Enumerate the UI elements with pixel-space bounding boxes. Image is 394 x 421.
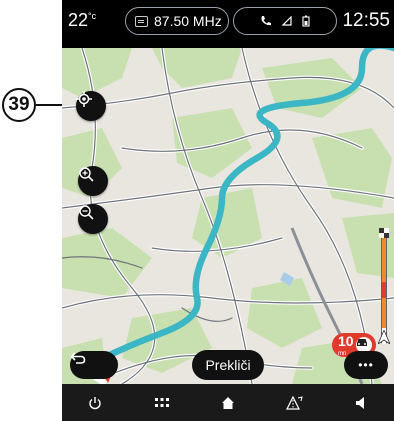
phone-icon xyxy=(261,16,271,26)
zoom-out-icon xyxy=(79,205,94,220)
zoom-out-button[interactable] xyxy=(78,204,108,234)
signal-icon xyxy=(282,16,292,26)
more-options-button[interactable]: ••• xyxy=(344,351,388,379)
vehicle-arrow-icon xyxy=(378,330,390,344)
crosshair-icon xyxy=(76,91,92,107)
zoom-in-button[interactable] xyxy=(78,166,108,196)
callout-label: 39 xyxy=(8,94,30,115)
back-button[interactable] xyxy=(70,351,118,379)
navigation-icon xyxy=(286,395,304,410)
cancel-route-button[interactable]: Prekliči xyxy=(192,350,264,380)
radio-icon xyxy=(135,15,148,27)
home-button[interactable] xyxy=(208,388,248,418)
status-bar: 22°c 87.50 MHz 12:55 xyxy=(62,0,394,48)
return-arrow-icon xyxy=(70,352,86,364)
grid-icon xyxy=(154,397,169,407)
temperature-value: 22 xyxy=(68,10,89,30)
temperature: 22°c xyxy=(68,10,96,31)
traffic-segment-moderate xyxy=(382,298,386,328)
navigation-map[interactable]: 10 mn Prekliči ••• xyxy=(62,48,394,384)
temperature-unit: °c xyxy=(88,11,97,21)
power-icon xyxy=(89,396,101,409)
navigation-button[interactable] xyxy=(274,388,314,418)
multimedia-screen: 22°c 87.50 MHz 12:55 10 mn Prekliči ••• xyxy=(62,0,394,421)
home-icon xyxy=(221,396,234,409)
destination-flag-icon xyxy=(379,228,389,238)
power-button[interactable] xyxy=(75,388,115,418)
battery-icon xyxy=(302,15,310,27)
zoom-in-icon xyxy=(79,167,94,182)
volume-button[interactable] xyxy=(341,388,381,418)
locate-button[interactable] xyxy=(76,91,106,121)
traffic-segment-jam xyxy=(382,282,386,298)
clock: 12:55 xyxy=(342,10,390,31)
speed-limit-value: 10 xyxy=(338,333,354,349)
radio-widget[interactable]: 87.50 MHz xyxy=(125,7,229,35)
apps-button[interactable] xyxy=(142,388,182,418)
radio-frequency: 87.50 MHz xyxy=(154,13,222,29)
callout-number: 39 xyxy=(2,88,36,122)
traffic-segment-heavy xyxy=(382,238,386,282)
volume-icon xyxy=(355,396,364,409)
phone-widget[interactable] xyxy=(233,7,337,35)
traffic-progress-bar xyxy=(381,232,387,344)
callout-line xyxy=(36,104,64,106)
bottom-nav-bar xyxy=(62,384,394,421)
